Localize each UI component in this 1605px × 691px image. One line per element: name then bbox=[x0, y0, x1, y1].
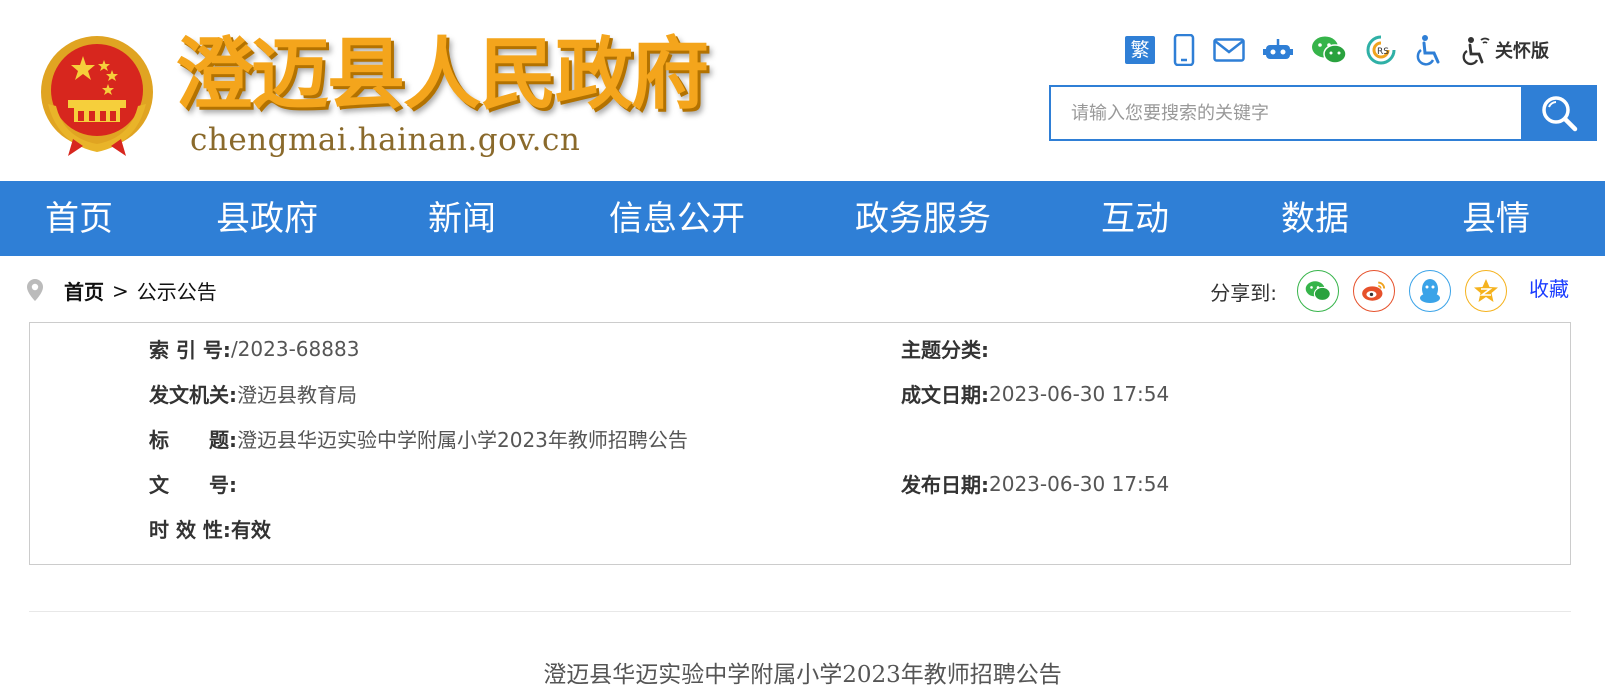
svg-text:RS: RS bbox=[1377, 47, 1389, 57]
search-icon bbox=[1542, 96, 1578, 132]
meta-value: 澄迈县华迈实验中学附属小学2023年教师招聘公告 bbox=[237, 428, 688, 452]
meta-label: 成文日期: bbox=[901, 383, 989, 407]
rss-button[interactable]: RS bbox=[1365, 34, 1397, 66]
wechat-icon bbox=[1305, 281, 1331, 301]
meta-label: 发文机关: bbox=[149, 383, 237, 407]
content-divider bbox=[29, 611, 1571, 612]
nav-item-home[interactable]: 首页 bbox=[45, 199, 113, 239]
mail-icon bbox=[1213, 38, 1245, 62]
meta-value: 2023-06-30 17:54 bbox=[989, 471, 1170, 496]
meta-published-date: 发布日期: 2023-06-30 17:54 bbox=[901, 469, 1169, 498]
traditional-chinese-icon: 繁 bbox=[1125, 36, 1155, 64]
weibo-icon bbox=[1362, 281, 1386, 301]
robot-icon bbox=[1263, 39, 1293, 59]
meta-value: 2023-06-30 17:54 bbox=[989, 381, 1170, 406]
nav-item-news[interactable]: 新闻 bbox=[428, 199, 496, 239]
meta-index-number: 索 引 号: /2023-68883 bbox=[149, 334, 359, 363]
share-wechat-button[interactable] bbox=[1297, 270, 1339, 312]
search-bar bbox=[1049, 85, 1597, 141]
nav-item-interaction[interactable]: 互动 bbox=[1101, 199, 1169, 239]
mobile-icon bbox=[1173, 34, 1195, 66]
search-input[interactable] bbox=[1049, 85, 1522, 141]
email-button[interactable] bbox=[1213, 34, 1245, 66]
nav-item-government-services[interactable]: 政务服务 bbox=[855, 199, 991, 239]
qzone-star-icon bbox=[1474, 279, 1498, 302]
share-qzone-button[interactable] bbox=[1465, 270, 1507, 312]
meta-issuing-agency: 发文机关: 澄迈县教育局 bbox=[149, 379, 357, 408]
nav-item-county-government[interactable]: 县政府 bbox=[216, 199, 318, 239]
breadcrumb-home-link[interactable]: 首页 bbox=[64, 276, 104, 305]
wechat-button[interactable] bbox=[1311, 34, 1347, 66]
nav-item-county-profile[interactable]: 县情 bbox=[1462, 199, 1530, 239]
main-nav: 首页 县政府 新闻 信息公开 政务服务 互动 数据 县情 bbox=[0, 181, 1605, 256]
meta-label: 时 效 性: bbox=[149, 518, 231, 542]
meta-label: 索 引 号: bbox=[149, 338, 231, 362]
meta-label: 文 号: bbox=[149, 473, 237, 497]
qq-penguin-icon bbox=[1420, 279, 1440, 303]
breadcrumb-separator: > bbox=[112, 278, 129, 303]
wheelchair-icon bbox=[1416, 35, 1440, 66]
robot-button[interactable] bbox=[1263, 34, 1293, 66]
share-label: 分享到: bbox=[1210, 280, 1277, 305]
search-button[interactable] bbox=[1521, 85, 1597, 141]
meta-title: 标 题: 澄迈县华迈实验中学附属小学2023年教师招聘公告 bbox=[149, 424, 688, 453]
site-domain: chengmai.hainan.gov.cn bbox=[190, 122, 581, 158]
meta-label: 主题分类: bbox=[901, 338, 989, 362]
rss-icon: RS bbox=[1366, 35, 1396, 65]
breadcrumb-row: 首页 > 公示公告 分享到: 收藏 bbox=[0, 270, 1605, 312]
breadcrumb: 首页 > 公示公告 bbox=[64, 276, 217, 305]
care-mode-label: 关怀版 bbox=[1495, 41, 1549, 62]
wechat-icon bbox=[1312, 36, 1347, 64]
meta-value: 有效 bbox=[230, 518, 271, 542]
breadcrumb-current: 公示公告 bbox=[136, 280, 217, 304]
nav-item-data[interactable]: 数据 bbox=[1281, 199, 1349, 239]
share-qq-button[interactable] bbox=[1409, 270, 1451, 312]
header-toolbar: 繁 RS 关怀版 bbox=[1125, 32, 1549, 68]
share-bar: 分享到: 收藏 bbox=[1210, 270, 1569, 312]
favorite-link[interactable]: 收藏 bbox=[1529, 273, 1569, 302]
share-weibo-button[interactable] bbox=[1353, 270, 1395, 312]
national-emblem-logo bbox=[38, 34, 156, 158]
article-title: 澄迈县华迈实验中学附属小学2023年教师招聘公告 bbox=[543, 662, 1062, 688]
site-header: 澄迈县人民政府 chengmai.hainan.gov.cn 繁 RS 关怀版 … bbox=[0, 0, 1605, 180]
meta-created-date: 成文日期: 2023-06-30 17:54 bbox=[901, 379, 1169, 408]
accessibility-button[interactable] bbox=[1415, 34, 1443, 66]
meta-validity: 时 效 性: 有效 bbox=[149, 514, 271, 543]
care-mode-icon bbox=[1462, 37, 1490, 66]
care-mode-button[interactable]: 关怀版 bbox=[1461, 34, 1549, 66]
meta-label: 发布日期: bbox=[901, 473, 989, 497]
meta-topic-category: 主题分类: bbox=[901, 334, 989, 363]
mobile-button[interactable] bbox=[1173, 34, 1195, 66]
nav-item-info-disclosure[interactable]: 信息公开 bbox=[609, 199, 745, 239]
site-title: 澄迈县人民政府 bbox=[175, 30, 709, 120]
document-meta-box: 索 引 号: /2023-68883 主题分类: 发文机关: 澄迈县教育局 成文… bbox=[29, 322, 1571, 565]
meta-label: 标 题: bbox=[149, 428, 237, 452]
traditional-chinese-button[interactable]: 繁 bbox=[1125, 34, 1155, 66]
meta-value: 澄迈县教育局 bbox=[237, 383, 357, 407]
meta-document-number: 文 号: bbox=[149, 469, 237, 498]
location-pin-icon bbox=[27, 279, 43, 301]
meta-value: /2023-68883 bbox=[230, 336, 360, 361]
